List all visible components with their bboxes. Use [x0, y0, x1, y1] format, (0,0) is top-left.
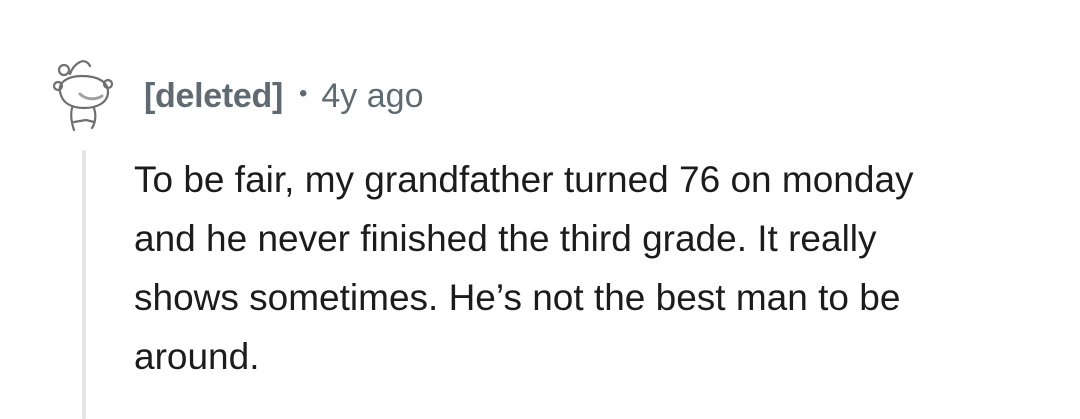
comment-body: To be fair, my grandfather turned 76 on … [134, 150, 1034, 386]
comment-body-line: To be fair, my grandfather turned 76 on … [134, 159, 914, 200]
author-name[interactable]: [deleted] [144, 77, 283, 116]
comment: [deleted] • 4y ago To be fair, my grandf… [0, 0, 1080, 419]
comment-body-line: around. [134, 336, 260, 377]
meta-separator: • [298, 80, 308, 107]
snoo-avatar-icon[interactable] [50, 56, 116, 134]
thread-line[interactable] [82, 150, 86, 419]
comment-body-line: shows sometimes. He’s not the best man t… [134, 277, 901, 318]
comment-meta: [deleted] • 4y ago [144, 72, 423, 120]
comment-age: 4y ago [321, 76, 424, 115]
comment-body-line: and he never finished the third grade. I… [134, 218, 877, 259]
